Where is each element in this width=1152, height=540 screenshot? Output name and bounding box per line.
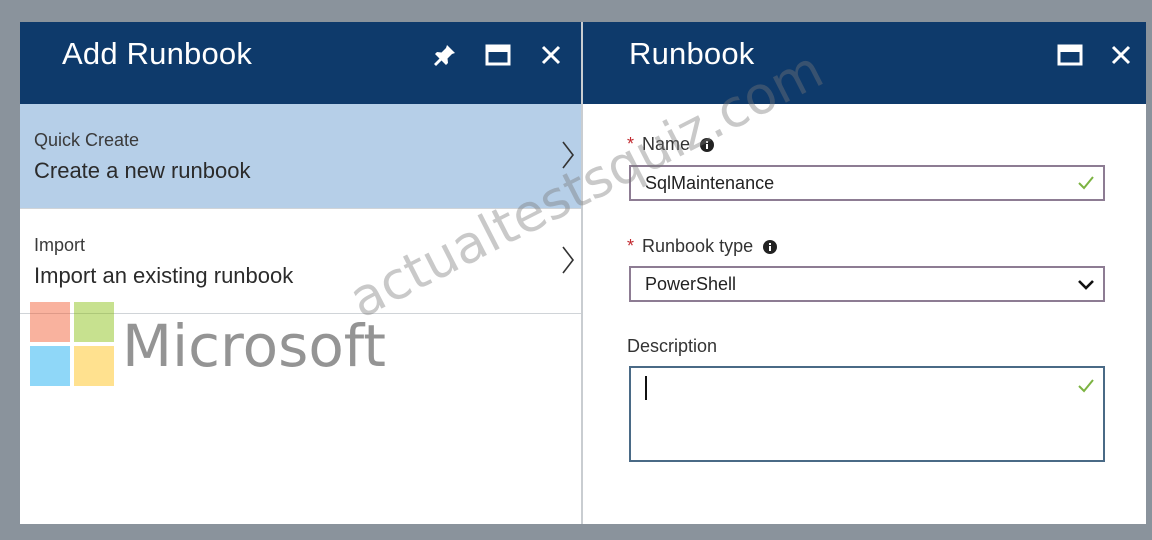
logo-square-red — [30, 302, 70, 342]
item-label: Create a new runbook — [34, 158, 251, 183]
microsoft-watermark-text: Microsoft — [122, 312, 386, 380]
portal-frame: Add Runbook Quick Create Create a new ru… — [20, 22, 1146, 524]
description-field[interactable] — [629, 366, 1105, 462]
logo-square-green — [74, 302, 114, 342]
name-field[interactable]: SqlMaintenance — [629, 165, 1105, 201]
logo-square-blue — [30, 346, 70, 386]
logo-square-yellow — [74, 346, 114, 386]
maximize-button[interactable] — [481, 38, 515, 72]
close-button[interactable] — [534, 38, 568, 72]
close-icon — [1111, 45, 1131, 65]
add-runbook-blade: Add Runbook Quick Create Create a new ru… — [20, 22, 583, 524]
chevron-right-icon — [562, 246, 575, 274]
required-marker: * — [627, 236, 635, 256]
quick-create-item[interactable]: Quick Create Create a new runbook — [20, 104, 581, 208]
runbook-type-label: * Runbook type — [627, 236, 778, 257]
text-caret — [645, 376, 647, 400]
maximize-icon — [485, 44, 511, 66]
blade-title: Add Runbook — [62, 36, 253, 71]
item-label: Import an existing runbook — [34, 263, 294, 288]
microsoft-logo-watermark — [30, 302, 116, 388]
runbook-type-select[interactable]: PowerShell — [629, 266, 1105, 302]
description-label: Description — [627, 336, 717, 357]
blade-title: Runbook — [629, 36, 755, 71]
description-label-text: Description — [627, 336, 718, 356]
pin-button[interactable] — [428, 38, 462, 72]
runbook-type-label-text: Runbook type — [642, 236, 754, 256]
item-category: Import — [34, 235, 86, 255]
info-icon — [763, 239, 778, 254]
blade-header: Runbook — [583, 22, 1146, 104]
pin-icon — [434, 45, 455, 66]
maximize-button[interactable] — [1053, 38, 1087, 72]
runbook-type-value: PowerShell — [645, 274, 737, 294]
item-category: Quick Create — [34, 130, 140, 150]
maximize-icon — [1057, 44, 1083, 66]
close-icon — [541, 45, 561, 65]
runbook-blade: Runbook * Name SqlMaintenance * Runbook … — [583, 22, 1146, 524]
checkmark-icon — [1078, 176, 1094, 190]
close-button[interactable] — [1104, 38, 1138, 72]
checkmark-icon — [1078, 379, 1094, 393]
blade-header: Add Runbook — [20, 22, 581, 104]
chevron-down-icon — [1078, 280, 1094, 290]
